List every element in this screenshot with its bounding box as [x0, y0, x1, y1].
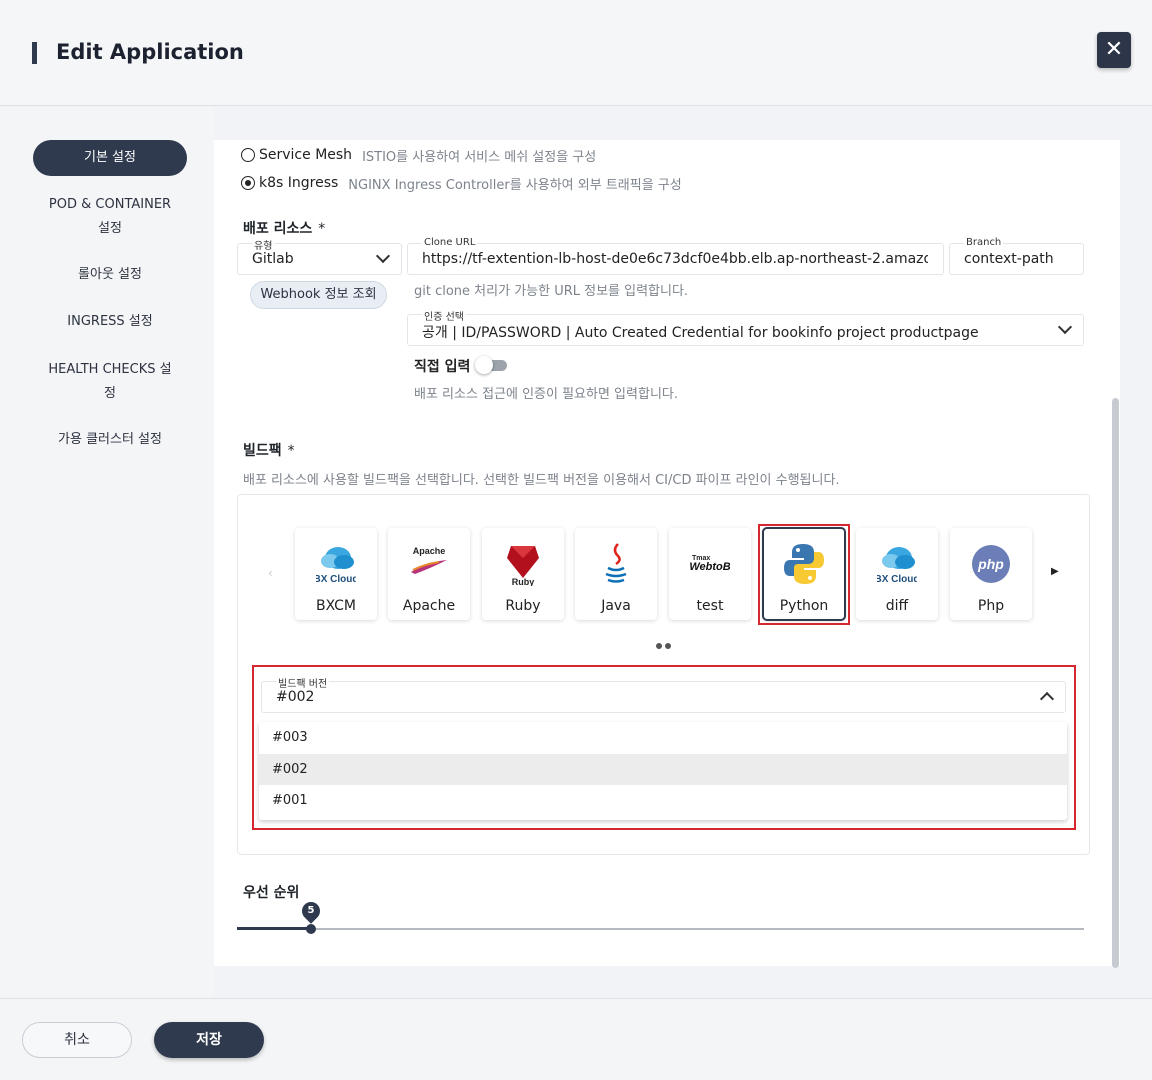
card-label: test [696, 598, 724, 614]
page-header: Edit Application [0, 0, 1152, 106]
java-cup-icon [605, 543, 627, 583]
page-title: Edit Application [56, 40, 244, 64]
title-accent-bar [32, 42, 37, 64]
radio-label: k8s Ingress [259, 175, 339, 191]
chevron-down-icon [1057, 319, 1073, 335]
field-label: Clone URL [422, 237, 478, 248]
priority-value: 5 [307, 905, 315, 916]
carousel-next-icon[interactable]: ▶ [1051, 566, 1059, 577]
buildpack-card-ruby[interactable]: Ruby Ruby [482, 528, 564, 620]
sidebar-item-pod-container[interactable]: POD & CONTAINER 설정 [33, 193, 187, 241]
direct-input-label: 직접 입력 [414, 359, 471, 375]
sidebar-item-cluster[interactable]: 가용 클러스터 설정 [33, 428, 187, 452]
buildpack-title: 빌드팩 * [243, 440, 295, 460]
radio-label: Service Mesh [259, 147, 353, 163]
deploy-resource-title: 배포 리소스 * [243, 218, 325, 238]
bx-cloud-logo-icon: BX Cloud [877, 547, 917, 585]
required-mark: * [318, 221, 326, 237]
card-label: Java [601, 598, 631, 614]
apache-feather-icon: Apache [411, 546, 447, 574]
section-title-text: 배포 리소스 [243, 221, 313, 237]
clone-url-help: git clone 처리가 가능한 URL 정보를 입력합니다. [414, 284, 689, 299]
svg-text:php: php [977, 556, 1004, 572]
priority-title: 우선 순위 [243, 885, 300, 901]
field-label: 유형 [252, 237, 275, 252]
field-value: 공개 | ID/PASSWORD | Auto Created Credenti… [422, 325, 979, 341]
branch-input[interactable]: Branch context-path [949, 237, 1084, 275]
webtob-logo-icon: Tmax WebtoB [690, 555, 730, 573]
save-button[interactable]: 저장 [154, 1022, 264, 1058]
field-label: 인증 선택 [422, 308, 466, 323]
highlight-box-version [252, 665, 1076, 830]
field-value: Gitlab [252, 251, 294, 267]
buildpack-card-java[interactable]: Java [575, 528, 657, 620]
direct-input-toggle[interactable] [475, 356, 507, 374]
svg-text:Apache: Apache [413, 546, 446, 556]
field-value: https://tf-extention-lb-host-de0e6c73dcf… [422, 251, 928, 267]
radio-service-mesh[interactable]: Service Mesh ISTIO를 사용하여 서비스 메쉬 설정을 구성 [241, 145, 596, 165]
php-logo-icon: php [972, 545, 1010, 583]
direct-input-help: 배포 리소스 접근에 인증이 필요하면 입력합니다. [414, 387, 678, 402]
vertical-scrollbar[interactable] [1112, 398, 1119, 968]
svg-text:BX Cloud: BX Cloud [316, 574, 356, 585]
sidebar-item-health-checks[interactable]: HEALTH CHECKS 설정 [33, 358, 187, 406]
buildpack-card-bxcm[interactable]: BX Cloud BXCM [295, 528, 377, 620]
page-dot[interactable] [656, 643, 662, 649]
chevron-down-icon [375, 248, 391, 264]
sidebar-item-ingress[interactable]: INGRESS 설정 [33, 310, 187, 334]
radio-description: NGINX Ingress Controller를 사용하여 외부 트래픽을 구… [348, 177, 682, 193]
auth-select[interactable]: 인증 선택 공개 | ID/PASSWORD | Auto Created Cr… [407, 308, 1084, 346]
priority-slider-fill [237, 927, 311, 930]
card-label: Php [977, 598, 1005, 614]
cancel-button[interactable]: 취소 [22, 1022, 132, 1058]
radio-circle-icon[interactable] [241, 148, 255, 162]
radio-checked-icon[interactable] [241, 176, 255, 190]
page-dot[interactable] [665, 643, 671, 649]
svg-text:BX Cloud: BX Cloud [877, 574, 917, 585]
buildpack-card-test[interactable]: Tmax WebtoB test [669, 528, 751, 620]
ruby-gem-icon: Ruby [507, 546, 539, 586]
bx-cloud-logo-icon: BX Cloud [316, 547, 356, 585]
carousel-pagination[interactable] [656, 643, 671, 649]
type-select[interactable]: 유형 Gitlab [237, 237, 402, 275]
section-title-text: 빌드팩 [243, 443, 282, 459]
priority-slider-track[interactable] [237, 928, 1084, 930]
card-label: BXCM [315, 598, 357, 614]
card-label: diff [885, 598, 909, 614]
buildpack-help: 배포 리소스에 사용할 빌드팩을 선택합니다. 선택한 빌드팩 버전을 이용해서… [243, 473, 840, 488]
svg-text:WebtoB: WebtoB [690, 561, 730, 573]
clone-url-input[interactable]: Clone URL https://tf-extention-lb-host-d… [407, 237, 944, 275]
required-mark: * [287, 443, 295, 459]
svg-text:Ruby: Ruby [512, 577, 535, 586]
priority-slider-thumb[interactable] [306, 924, 316, 934]
highlight-box-python [758, 524, 850, 625]
close-button[interactable]: ✕ [1097, 32, 1131, 68]
radio-k8s-ingress[interactable]: k8s Ingress NGINX Ingress Controller를 사용… [241, 173, 682, 193]
close-icon: ✕ [1104, 37, 1124, 62]
toggle-knob [475, 356, 493, 374]
card-label: Apache [402, 598, 456, 614]
radio-description: ISTIO를 사용하여 서비스 메쉬 설정을 구성 [362, 149, 597, 165]
webhook-info-button[interactable]: Webhook 정보 조회 [250, 281, 387, 309]
priority-value-bubble: 5 [298, 898, 324, 924]
sidebar-item-rollout[interactable]: 롤아웃 설정 [33, 263, 187, 287]
buildpack-card-php[interactable]: php Php [950, 528, 1032, 620]
field-label: Branch [964, 237, 1004, 248]
buildpack-card-diff[interactable]: BX Cloud diff [856, 528, 938, 620]
card-label: Ruby [505, 598, 541, 614]
sidebar-item-basic-settings[interactable]: 기본 설정 [33, 140, 187, 176]
field-value: context-path [964, 251, 1054, 267]
buildpack-card-apache[interactable]: Apache Apache [388, 528, 470, 620]
carousel-prev-icon[interactable]: ‹ [268, 566, 273, 580]
